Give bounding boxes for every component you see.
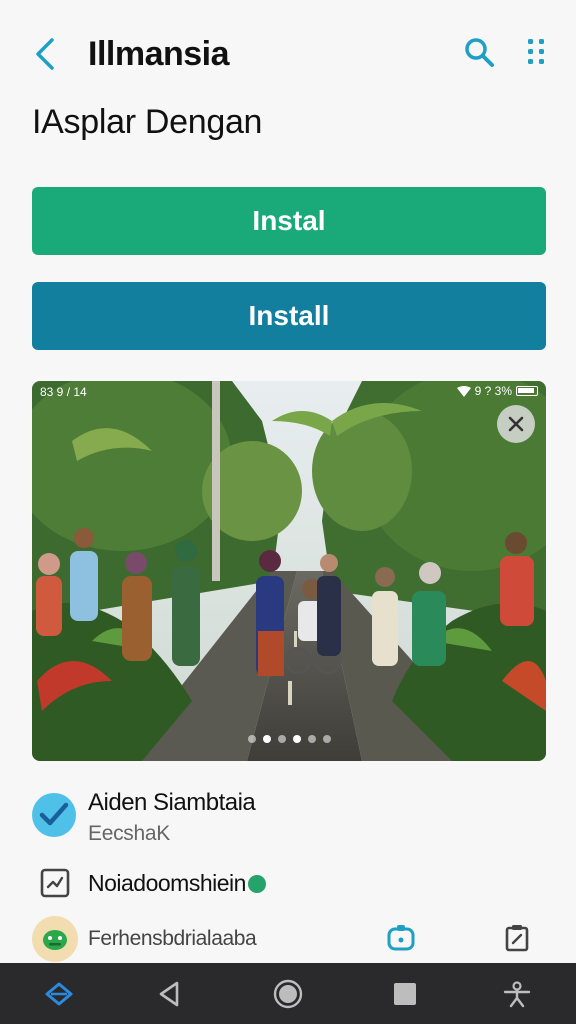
chevron-left-icon bbox=[36, 38, 54, 70]
diamond-icon bbox=[45, 982, 73, 1005]
nav-home-diamond-button[interactable] bbox=[29, 963, 89, 1024]
account-name: Ferhensbdrialaaba bbox=[88, 927, 257, 950]
nav-back-button[interactable] bbox=[139, 963, 199, 1024]
account-row[interactable]: Ferhensbdrialaaba bbox=[32, 916, 546, 962]
page-dot[interactable] bbox=[277, 735, 286, 743]
gallery-pagination bbox=[32, 735, 546, 743]
page-dot-active[interactable] bbox=[292, 735, 301, 743]
battery-icon bbox=[516, 386, 538, 396]
back-button[interactable] bbox=[28, 34, 62, 74]
share-badge-icon bbox=[387, 925, 415, 951]
app-bar: Illmansia bbox=[0, 0, 576, 106]
leaf-icon bbox=[247, 875, 266, 893]
status-bar-time: 83 9 / 14 bbox=[40, 385, 87, 399]
page-dot[interactable] bbox=[247, 735, 256, 743]
robot-face-icon bbox=[43, 930, 67, 950]
verified-check-icon bbox=[32, 793, 76, 837]
metric-label-text: Noiadoomshiein bbox=[88, 870, 246, 896]
screenshot-gallery[interactable]: 83 9 / 14 9 ? 3% bbox=[32, 381, 546, 761]
system-nav-bar bbox=[0, 963, 576, 1024]
nav-recents-button[interactable] bbox=[375, 963, 435, 1024]
triangle-back-icon bbox=[159, 981, 179, 1006]
status-bar-indicators: 9 ? 3% bbox=[456, 384, 538, 398]
install-button-secondary[interactable]: Install bbox=[32, 282, 546, 350]
metric-label: Noiadoomshiein bbox=[88, 868, 266, 898]
more-vertical-icon bbox=[528, 39, 544, 64]
page-dot-active[interactable] bbox=[262, 735, 271, 743]
close-gallery-button[interactable] bbox=[497, 405, 535, 443]
clipboard-button[interactable] bbox=[502, 920, 532, 956]
wifi-icon bbox=[456, 385, 471, 397]
developer-name: Aiden Siambtaia bbox=[88, 789, 256, 816]
share-button[interactable] bbox=[384, 920, 418, 956]
square-recents-icon bbox=[394, 982, 416, 1005]
nav-home-button[interactable] bbox=[258, 963, 318, 1024]
circle-home-icon bbox=[273, 979, 303, 1008]
nav-accessibility-button[interactable] bbox=[487, 963, 547, 1024]
developer-row[interactable]: Aiden Siambtaia EecshаK bbox=[32, 788, 546, 848]
page-subtitle: IAsplar Dengan bbox=[32, 103, 263, 141]
close-icon bbox=[508, 416, 524, 432]
more-options-button[interactable] bbox=[520, 33, 554, 71]
page-dot[interactable] bbox=[322, 735, 331, 743]
chart-square-icon bbox=[40, 868, 70, 898]
status-bar-battery-text: 9 ? 3% bbox=[474, 384, 512, 398]
accessibility-icon bbox=[503, 980, 531, 1007]
village-scene-image bbox=[32, 381, 546, 761]
search-icon bbox=[465, 38, 494, 67]
install-button-primary[interactable]: Instal bbox=[32, 187, 546, 255]
developer-subtitle: EecshаK bbox=[88, 822, 170, 845]
app-title: Illmansia bbox=[88, 35, 230, 73]
avatar bbox=[32, 916, 78, 962]
metric-row[interactable]: Noiadoomshiein bbox=[32, 864, 546, 904]
search-button[interactable] bbox=[460, 33, 498, 71]
page-dot[interactable] bbox=[307, 735, 316, 743]
clipboard-edit-icon bbox=[505, 925, 529, 952]
